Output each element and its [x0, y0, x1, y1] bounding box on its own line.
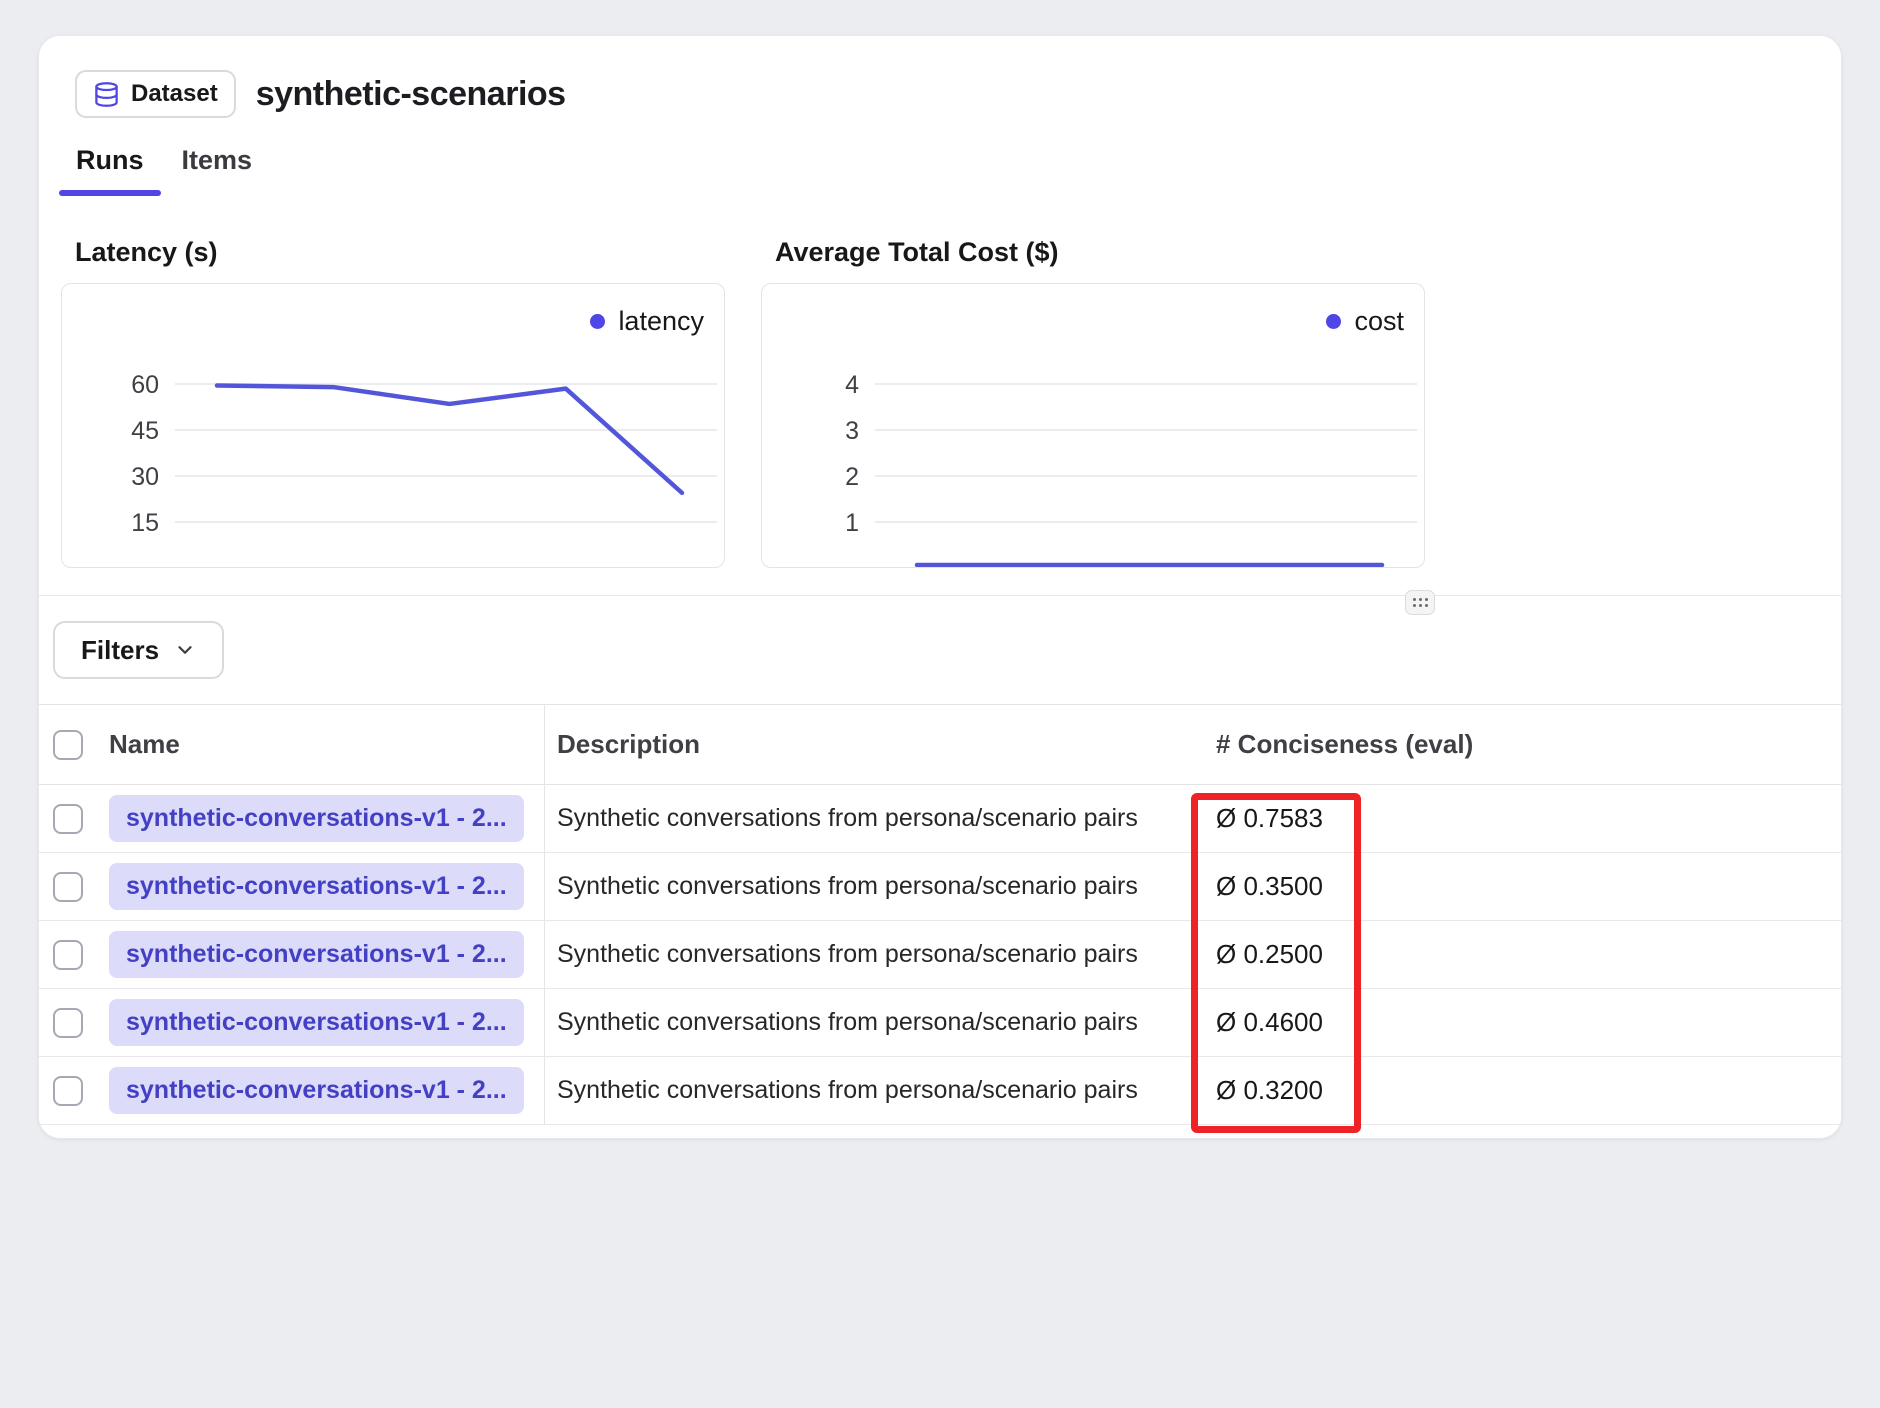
dataset-badge: Dataset: [75, 70, 236, 118]
column-header-name[interactable]: Name: [109, 705, 544, 784]
run-description: Synthetic conversations from persona/sce…: [544, 853, 1216, 920]
column-header-conciseness[interactable]: # Conciseness (eval): [1216, 705, 1841, 784]
table-row: synthetic-conversations-v1 - 2... Synthe…: [39, 921, 1841, 989]
table-header-row: Name Description # Conciseness (eval): [39, 705, 1841, 785]
latency-legend-label: latency: [618, 306, 704, 337]
legend-dot-icon: [590, 314, 605, 329]
svg-text:30: 30: [131, 463, 159, 491]
latency-chart-title: Latency (s): [75, 236, 725, 268]
page-header: Dataset synthetic-scenarios: [39, 36, 1841, 118]
filters-section: Filters: [39, 595, 1841, 704]
table-row: synthetic-conversations-v1 - 2... Synthe…: [39, 785, 1841, 853]
run-name-link[interactable]: synthetic-conversations-v1 - 2...: [109, 795, 524, 842]
resize-handle-icon[interactable]: [1405, 590, 1435, 615]
legend-dot-icon: [1326, 314, 1341, 329]
run-description: Synthetic conversations from persona/sce…: [544, 989, 1216, 1056]
latency-chart-panel: Latency (s) latency 15 30 45 60: [61, 236, 725, 568]
table-row: synthetic-conversations-v1 - 2... Synthe…: [39, 853, 1841, 921]
column-header-description[interactable]: Description: [544, 705, 1216, 784]
cost-chart-panel: Average Total Cost ($) cost 1 2 3 4: [761, 236, 1425, 568]
run-description: Synthetic conversations from persona/sce…: [544, 921, 1216, 988]
cost-line-chart: 1 2 3 4: [762, 284, 1424, 567]
table-row: synthetic-conversations-v1 - 2... Synthe…: [39, 989, 1841, 1057]
dataset-card: Dataset synthetic-scenarios Runs Items L…: [38, 35, 1842, 1139]
row-checkbox[interactable]: [53, 1076, 83, 1106]
cost-legend-label: cost: [1354, 306, 1404, 337]
dataset-badge-label: Dataset: [131, 80, 218, 108]
run-conciseness-value: Ø 0.7583: [1216, 785, 1841, 852]
run-conciseness-value: Ø 0.2500: [1216, 921, 1841, 988]
database-icon: [93, 81, 120, 108]
runs-table: Name Description # Conciseness (eval) sy…: [39, 704, 1841, 1125]
tab-items[interactable]: Items: [165, 136, 270, 196]
filters-button-label: Filters: [81, 635, 159, 666]
run-name-link[interactable]: synthetic-conversations-v1 - 2...: [109, 999, 524, 1046]
run-description: Synthetic conversations from persona/sce…: [544, 785, 1216, 852]
cost-chart-title: Average Total Cost ($): [775, 236, 1425, 268]
row-checkbox[interactable]: [53, 804, 83, 834]
row-checkbox[interactable]: [53, 872, 83, 902]
svg-text:45: 45: [131, 417, 159, 445]
latency-legend: latency: [590, 306, 704, 337]
page-title: synthetic-scenarios: [256, 75, 566, 114]
svg-text:2: 2: [845, 463, 859, 491]
select-all-checkbox[interactable]: [53, 730, 83, 760]
row-checkbox[interactable]: [53, 940, 83, 970]
svg-text:60: 60: [131, 371, 159, 399]
latency-chart: latency 15 30 45 60: [61, 283, 725, 568]
row-checkbox[interactable]: [53, 1008, 83, 1038]
filters-button[interactable]: Filters: [53, 621, 224, 679]
cost-chart: cost 1 2 3 4: [761, 283, 1425, 568]
svg-text:3: 3: [845, 417, 859, 445]
run-name-link[interactable]: synthetic-conversations-v1 - 2...: [109, 863, 524, 910]
run-conciseness-value: Ø 0.4600: [1216, 989, 1841, 1056]
chevron-down-icon: [174, 639, 196, 661]
run-conciseness-value: Ø 0.3200: [1216, 1057, 1841, 1124]
run-description: Synthetic conversations from persona/sce…: [544, 1057, 1216, 1124]
table-row: synthetic-conversations-v1 - 2... Synthe…: [39, 1057, 1841, 1125]
tabs: Runs Items: [59, 136, 1841, 196]
tab-runs[interactable]: Runs: [59, 136, 161, 196]
run-name-link[interactable]: synthetic-conversations-v1 - 2...: [109, 1067, 524, 1114]
cost-legend: cost: [1326, 306, 1404, 337]
svg-text:15: 15: [131, 509, 159, 537]
run-name-link[interactable]: synthetic-conversations-v1 - 2...: [109, 931, 524, 978]
svg-text:4: 4: [845, 371, 859, 399]
svg-text:1: 1: [845, 509, 859, 537]
run-conciseness-value: Ø 0.3500: [1216, 853, 1841, 920]
charts-section: Latency (s) latency 15 30 45 60 Average Tot…: [39, 196, 1841, 568]
